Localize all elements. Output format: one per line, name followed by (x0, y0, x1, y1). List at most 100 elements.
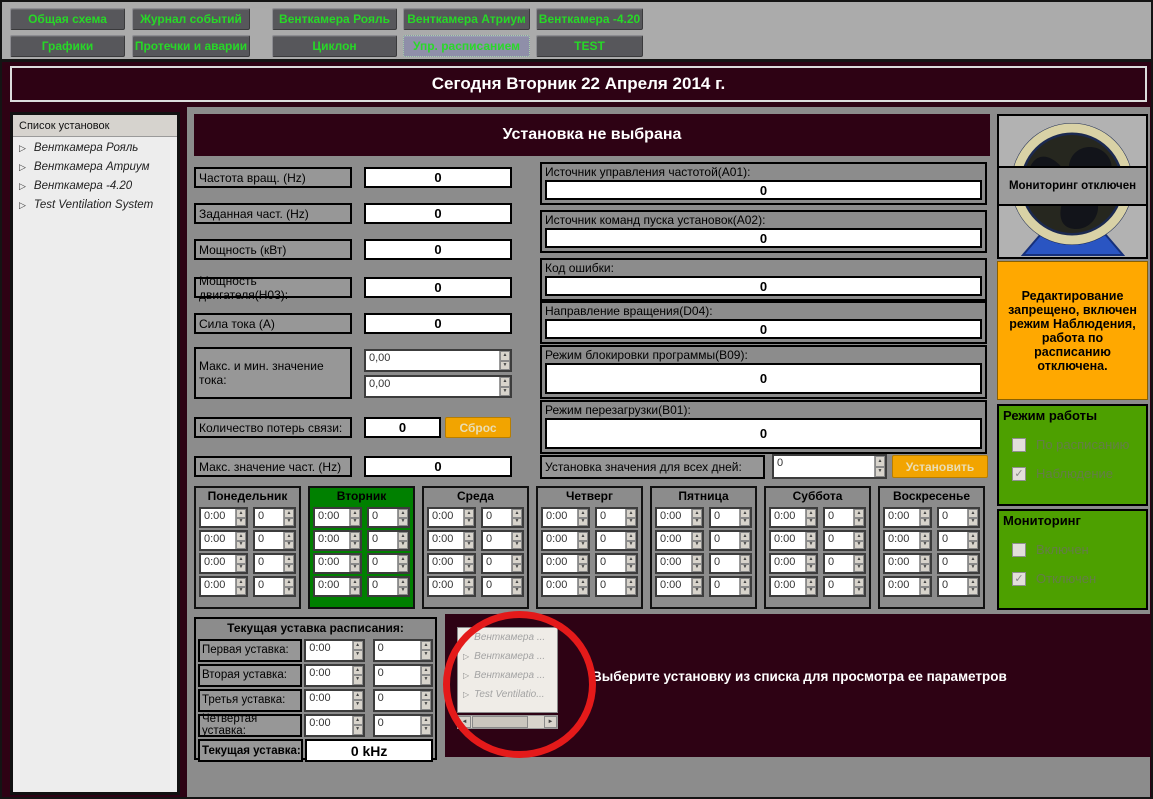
setpoint-time-spinbox[interactable]: 0:00▲▼ (304, 689, 364, 712)
spin-value[interactable]: 0 (939, 578, 967, 595)
spin-down-button[interactable]: ▼ (284, 518, 294, 527)
spin-value[interactable]: 0:00 (771, 578, 805, 595)
day-time-spinbox[interactable]: 0:00▲▼ (427, 530, 476, 551)
spin-down-button[interactable]: ▼ (421, 650, 431, 660)
day-time-spinbox[interactable]: 0:00▲▼ (655, 507, 704, 528)
spin-down-button[interactable]: ▼ (236, 587, 246, 596)
day-time-spinbox[interactable]: 0:00▲▼ (313, 507, 362, 528)
spin-up-button[interactable]: ▲ (236, 509, 246, 518)
spin-up-button[interactable]: ▲ (421, 691, 431, 701)
spin-up-button[interactable]: ▲ (353, 691, 363, 701)
spin-value[interactable]: 0 (774, 456, 874, 477)
setpoint-value-spinbox[interactable]: 0▲▼ (373, 689, 433, 712)
spin-down-button[interactable]: ▼ (512, 518, 522, 527)
day-time-spinbox[interactable]: 0:00▲▼ (883, 553, 932, 574)
spin-up-button[interactable]: ▲ (854, 532, 864, 541)
spin-up-button[interactable]: ▲ (578, 578, 588, 587)
spin-value[interactable]: 0 (597, 532, 625, 549)
day-value-spinbox[interactable]: 0▲▼ (367, 530, 410, 551)
spin-value[interactable]: 0 (483, 532, 511, 549)
day-value-spinbox[interactable]: 0▲▼ (595, 553, 638, 574)
spin-up-button[interactable]: ▲ (350, 578, 360, 587)
spin-up-button[interactable]: ▲ (464, 532, 474, 541)
spin-up-button[interactable]: ▲ (806, 555, 816, 564)
setpoint-value-spinbox[interactable]: 0▲▼ (373, 714, 433, 737)
spin-down-button[interactable]: ▼ (236, 564, 246, 573)
day-time-spinbox[interactable]: 0:00▲▼ (655, 553, 704, 574)
sidebar-item[interactable]: ▷Венткамера -4.20 (19, 178, 177, 194)
spin-down-button[interactable]: ▼ (854, 564, 864, 573)
day-value-spinbox[interactable]: 0▲▼ (367, 553, 410, 574)
spin-up-button[interactable]: ▲ (968, 509, 978, 518)
spin-up-button[interactable]: ▲ (740, 532, 750, 541)
toolbar-button-8[interactable]: Упр. расписанием (403, 35, 530, 57)
mini-list-scrollbar[interactable]: ◄ ► (457, 715, 558, 729)
spin-value[interactable]: 0:00 (429, 555, 463, 572)
spin-down-button[interactable]: ▼ (740, 518, 750, 527)
spin-value[interactable]: 0 (711, 509, 739, 526)
spin-up-button[interactable]: ▲ (626, 532, 636, 541)
spin-down-button[interactable]: ▼ (353, 725, 363, 735)
spin-down-button[interactable]: ▼ (968, 564, 978, 573)
spin-down-button[interactable]: ▼ (512, 541, 522, 550)
setpoint-time-spinbox[interactable]: 0:00▲▼ (304, 664, 364, 687)
spin-value[interactable]: 0:00 (657, 532, 691, 549)
spin-down-button[interactable]: ▼ (236, 518, 246, 527)
tree-expand-icon[interactable]: ▷ (463, 690, 469, 699)
spin-value[interactable]: 0 (597, 509, 625, 526)
day-value-spinbox[interactable]: 0▲▼ (709, 507, 752, 528)
spin-down-button[interactable]: ▼ (353, 700, 363, 710)
spin-value[interactable]: 0 (483, 578, 511, 595)
spin-value[interactable]: 0:00 (657, 555, 691, 572)
spin-value[interactable]: 0 (375, 716, 420, 735)
spin-down-button[interactable]: ▼ (968, 541, 978, 550)
spin-value[interactable]: 0 (711, 532, 739, 549)
spin-up-button[interactable]: ▲ (626, 509, 636, 518)
spin-down-button[interactable]: ▼ (692, 518, 702, 527)
spin-up-button[interactable]: ▲ (692, 578, 702, 587)
spin-up-button[interactable]: ▲ (920, 578, 930, 587)
spin-value[interactable]: 0:00 (306, 716, 351, 735)
spin-up-button[interactable]: ▲ (421, 716, 431, 726)
spin-up-button[interactable]: ▲ (512, 578, 522, 587)
tree-expand-icon[interactable]: ▷ (19, 143, 26, 154)
spin-down-button[interactable]: ▼ (464, 587, 474, 596)
day-time-spinbox[interactable]: 0:00▲▼ (427, 553, 476, 574)
spin-up-button[interactable]: ▲ (806, 532, 816, 541)
spin-down-button[interactable]: ▼ (968, 518, 978, 527)
spin-down-button[interactable]: ▼ (692, 564, 702, 573)
spin-value[interactable]: 0:00 (201, 532, 235, 549)
spin-down-button[interactable]: ▼ (353, 650, 363, 660)
spin-value[interactable]: 0 (255, 532, 283, 549)
spin-up-button[interactable]: ▲ (968, 555, 978, 564)
day-value-spinbox[interactable]: 0▲▼ (937, 576, 980, 597)
spin-down-button[interactable]: ▼ (350, 541, 360, 550)
spin-down-button[interactable]: ▼ (578, 541, 588, 550)
spin-value[interactable]: 0 (375, 666, 420, 685)
spin-value[interactable]: 0:00 (543, 555, 577, 572)
day-value-spinbox[interactable]: 0▲▼ (823, 507, 866, 528)
spin-down-button[interactable]: ▼ (512, 587, 522, 596)
spin-value[interactable]: 0 (711, 578, 739, 595)
spin-down-button[interactable]: ▼ (464, 518, 474, 527)
spin-down-button[interactable]: ▼ (854, 541, 864, 550)
day-value-spinbox[interactable]: 0▲▼ (709, 530, 752, 551)
day-time-spinbox[interactable]: 0:00▲▼ (769, 576, 818, 597)
spin-value[interactable]: 0 (369, 509, 397, 526)
spin-value[interactable]: 0 (255, 578, 283, 595)
spin-value[interactable]: 0 (369, 532, 397, 549)
spin-up-button[interactable]: ▲ (626, 578, 636, 587)
setpoint-time-spinbox[interactable]: 0:00▲▼ (304, 714, 364, 737)
spin-value[interactable]: 0:00 (771, 555, 805, 572)
spin-up-button[interactable]: ▲ (284, 578, 294, 587)
spin-value[interactable]: 0:00 (543, 532, 577, 549)
reset-button[interactable]: Сброс (445, 417, 511, 438)
spin-up-button[interactable]: ▲ (512, 509, 522, 518)
spin-down-button[interactable]: ▼ (626, 587, 636, 596)
checkbox[interactable] (1012, 438, 1026, 452)
spin-down-button[interactable]: ▼ (626, 564, 636, 573)
day-time-spinbox[interactable]: 0:00▲▼ (769, 530, 818, 551)
spin-down-button[interactable]: ▼ (692, 587, 702, 596)
day-value-spinbox[interactable]: 0▲▼ (709, 576, 752, 597)
spin-down-button[interactable]: ▼ (626, 541, 636, 550)
